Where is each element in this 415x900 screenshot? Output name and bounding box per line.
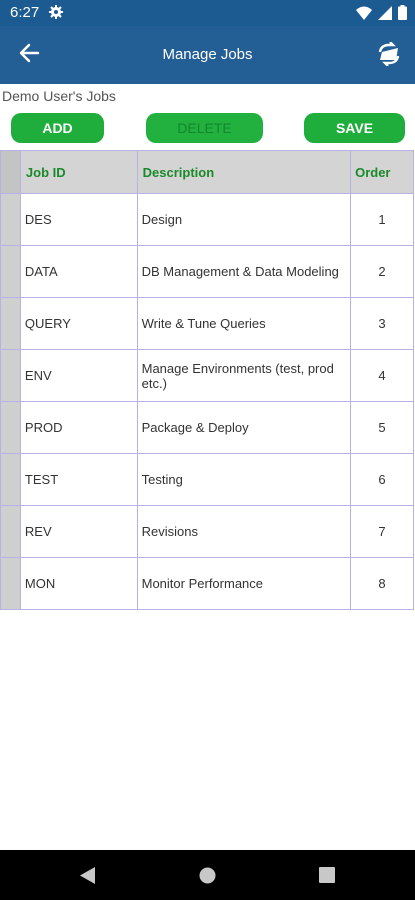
description-cell[interactable]: Design bbox=[136, 193, 352, 246]
table-row[interactable]: TEST Testing 6 bbox=[0, 453, 414, 506]
job-id-cell[interactable]: DES bbox=[19, 193, 138, 246]
description-cell[interactable]: Monitor Performance bbox=[136, 557, 352, 610]
description-header[interactable]: Description bbox=[136, 150, 352, 194]
order-cell[interactable]: 8 bbox=[350, 557, 414, 610]
job-id-cell[interactable]: PROD bbox=[19, 401, 138, 454]
order-cell[interactable]: 2 bbox=[350, 245, 414, 298]
add-button[interactable]: ADD bbox=[11, 113, 104, 143]
job-id-cell[interactable]: MON bbox=[19, 557, 138, 610]
description-cell[interactable]: Testing bbox=[136, 453, 352, 506]
job-id-cell[interactable]: DATA bbox=[19, 245, 138, 298]
job-id-cell[interactable]: QUERY bbox=[19, 297, 138, 350]
order-cell[interactable]: 3 bbox=[350, 297, 414, 350]
sync-icon[interactable] bbox=[377, 41, 401, 71]
table-row[interactable]: QUERY Write & Tune Queries 3 bbox=[0, 297, 414, 350]
table-header-row: Job ID Description Order bbox=[0, 150, 414, 194]
description-cell[interactable]: Revisions bbox=[136, 505, 352, 558]
order-header[interactable]: Order bbox=[350, 150, 414, 194]
table-row[interactable]: ENV Manage Environments (test, prod etc.… bbox=[0, 349, 414, 402]
page-subtitle: Demo User's Jobs bbox=[2, 88, 116, 104]
job-id-cell[interactable]: ENV bbox=[19, 349, 138, 402]
nav-recents-icon[interactable] bbox=[319, 867, 335, 888]
job-id-cell[interactable]: REV bbox=[19, 505, 138, 558]
row-handle[interactable] bbox=[0, 557, 21, 610]
status-time: 6:27 bbox=[10, 4, 40, 21]
order-cell[interactable]: 6 bbox=[350, 453, 414, 506]
description-cell[interactable]: Write & Tune Queries bbox=[136, 297, 352, 350]
nav-back-icon[interactable] bbox=[80, 867, 96, 889]
jobs-table: Job ID Description Order DES Design 1 DA… bbox=[0, 150, 414, 610]
save-button[interactable]: SAVE bbox=[304, 113, 405, 143]
table-row[interactable]: DATA DB Management & Data Modeling 2 bbox=[0, 245, 414, 298]
description-cell[interactable]: Package & Deploy bbox=[136, 401, 352, 454]
cell-signal-icon bbox=[378, 5, 392, 25]
row-handle[interactable] bbox=[0, 193, 21, 246]
system-nav-bar bbox=[0, 850, 415, 900]
job-id-header[interactable]: Job ID bbox=[19, 150, 138, 194]
table-row[interactable]: PROD Package & Deploy 5 bbox=[0, 401, 414, 454]
job-id-cell[interactable]: TEST bbox=[19, 453, 138, 506]
wifi-icon bbox=[356, 6, 372, 25]
table-row[interactable]: DES Design 1 bbox=[0, 193, 414, 246]
row-handle[interactable] bbox=[0, 453, 21, 506]
row-handle[interactable] bbox=[0, 349, 21, 402]
delete-button[interactable]: DELETE bbox=[146, 113, 263, 143]
settings-icon bbox=[49, 5, 63, 24]
row-handle[interactable] bbox=[0, 401, 21, 454]
app-bar: Manage Jobs bbox=[0, 26, 415, 84]
description-cell[interactable]: DB Management & Data Modeling bbox=[136, 245, 352, 298]
row-handle-header bbox=[0, 150, 21, 194]
status-bar: 6:27 bbox=[0, 0, 415, 26]
order-cell[interactable]: 7 bbox=[350, 505, 414, 558]
row-handle[interactable] bbox=[0, 245, 21, 298]
order-cell[interactable]: 1 bbox=[350, 193, 414, 246]
row-handle[interactable] bbox=[0, 505, 21, 558]
nav-home-icon[interactable] bbox=[199, 867, 216, 889]
table-row[interactable]: MON Monitor Performance 8 bbox=[0, 557, 414, 610]
page-title: Manage Jobs bbox=[162, 46, 253, 63]
table-row[interactable]: REV Revisions 7 bbox=[0, 505, 414, 558]
row-handle[interactable] bbox=[0, 297, 21, 350]
battery-icon bbox=[398, 5, 407, 25]
order-cell[interactable]: 4 bbox=[350, 349, 414, 402]
description-cell[interactable]: Manage Environments (test, prod etc.) bbox=[136, 349, 352, 402]
order-cell[interactable]: 5 bbox=[350, 401, 414, 454]
